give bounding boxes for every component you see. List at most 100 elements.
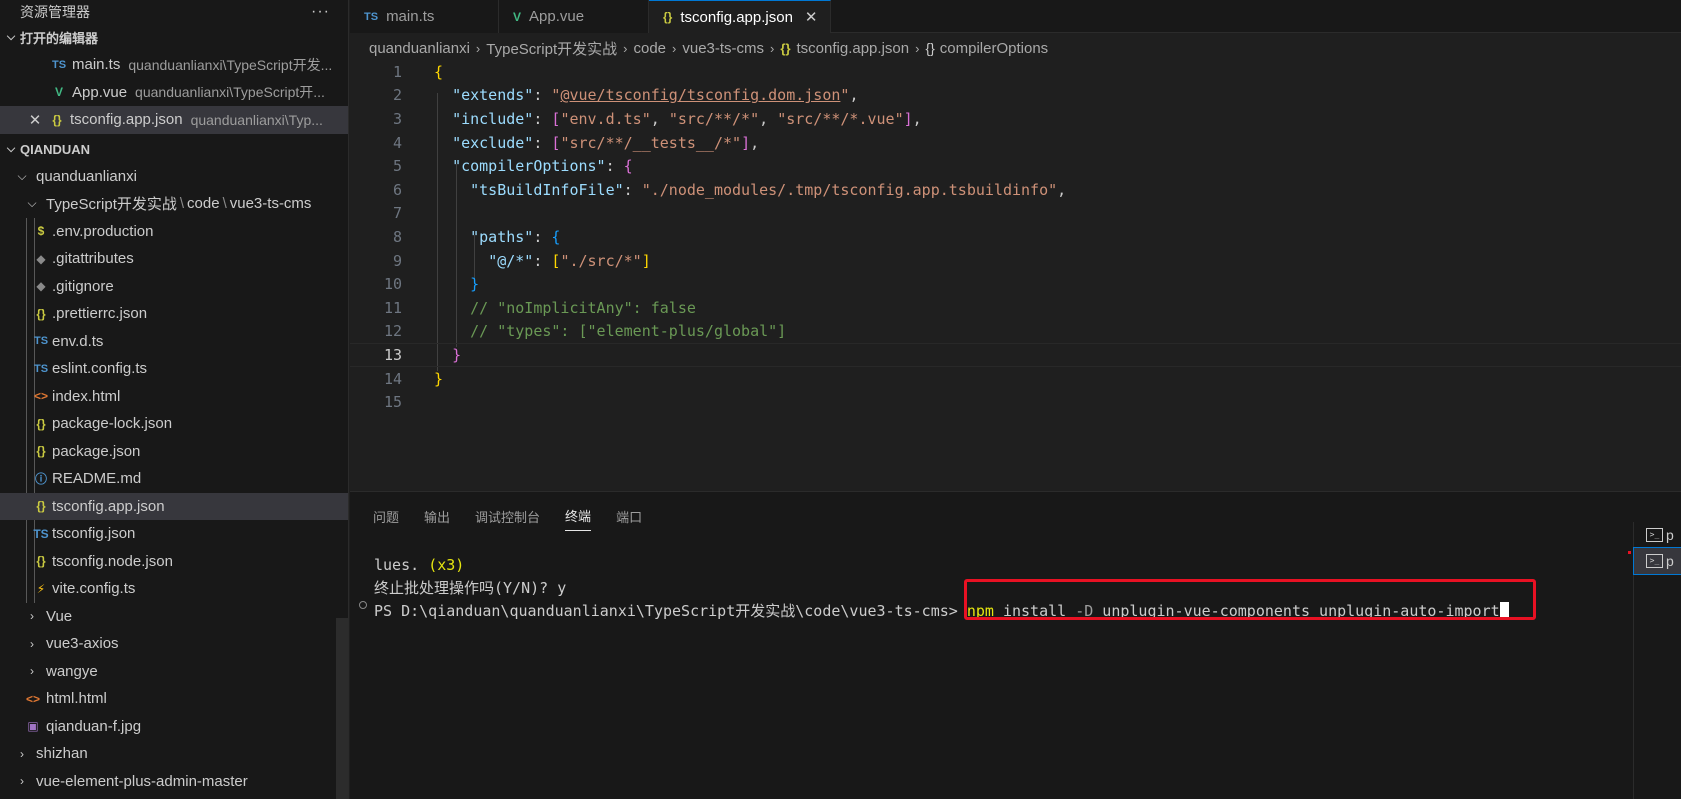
tab-app-vue[interactable]: V App.vue: [499, 0, 649, 33]
folder-shizhan[interactable]: › shizhan: [0, 740, 348, 768]
file-item[interactable]: <> index.html: [0, 383, 348, 411]
folder-quanduanlianxi[interactable]: ⌵ quanduanlianxi: [0, 163, 348, 191]
line-number: 11: [383, 298, 402, 317]
file-item[interactable]: ⓘ README.md: [0, 465, 348, 493]
line-number: 13: [383, 345, 402, 364]
open-editor-item-main-ts[interactable]: TS main.ts quanduanlianxi\TypeScript开发..…: [0, 51, 348, 79]
file-item[interactable]: TS tsconfig.json: [0, 520, 348, 548]
breadcrumb-item[interactable]: tsconfig.app.json: [797, 40, 910, 57]
workspace-label: QIANDUAN: [20, 141, 91, 157]
file-item[interactable]: <> html.html: [0, 685, 348, 713]
file-item[interactable]: {} package-lock.json: [0, 410, 348, 438]
line-number: 9: [392, 251, 402, 270]
explorer-title: 资源管理器: [20, 4, 90, 20]
code-line: 1{: [350, 60, 1681, 84]
terminal-instance-active[interactable]: >_ p: [1633, 547, 1681, 575]
file-name: .gitattributes: [52, 250, 134, 268]
tab-problems[interactable]: 问题: [373, 501, 399, 531]
typescript-file-icon: TS: [364, 10, 379, 23]
breadcrumb-item[interactable]: quanduanlianxi: [369, 40, 470, 57]
command-decoration-icon[interactable]: [359, 601, 367, 609]
code-text: "include": ["env.d.ts", "src/**/*", "src…: [452, 109, 922, 128]
json-file-icon: {}: [36, 444, 46, 459]
terminal-command: unplugin-vue-components unplugin-auto-im…: [1093, 602, 1500, 620]
tsconfig-file-icon: TS: [33, 526, 49, 541]
tab-label: main.ts: [386, 8, 435, 25]
more-actions-icon[interactable]: ···: [311, 3, 330, 21]
file-name: .gitignore: [52, 277, 114, 295]
json-file-icon: {}: [780, 40, 791, 56]
tab-tsconfig-app-json[interactable]: {} tsconfig.app.json ✕: [649, 0, 831, 33]
line-number: 12: [383, 322, 402, 341]
open-editor-path: quanduanlianxi\Typ...: [190, 111, 323, 128]
image-file-icon: ▣: [27, 719, 39, 734]
status-dot: [1628, 551, 1631, 554]
close-icon[interactable]: ✕: [24, 111, 46, 129]
file-item[interactable]: ◆ .gitattributes: [0, 245, 348, 273]
file-name: qianduan-f.jpg: [46, 717, 142, 735]
code-text: "@/*": ["./src/*"]: [488, 251, 651, 270]
file-name: index.html: [52, 387, 121, 405]
open-editor-name: App.vue: [72, 83, 128, 101]
code-text: // "types": ["element-plus/global"]: [470, 322, 787, 341]
tab-main-ts[interactable]: TS main.ts: [350, 0, 499, 33]
code-editor[interactable]: 1{ 2 "extends": "@vue/tsconfig/tsconfig.…: [350, 60, 1681, 490]
folder-path-part: vue3-ts-cms: [229, 195, 312, 213]
tab-ports[interactable]: 端口: [616, 501, 642, 531]
tab-debug-console[interactable]: 调试控制台: [475, 501, 540, 531]
terminal-instance[interactable]: >_ p: [1634, 522, 1681, 548]
breadcrumb-item[interactable]: vue3-ts-cms: [682, 40, 764, 57]
file-name: vite.config.ts: [52, 580, 136, 598]
line-number: 7: [392, 204, 402, 223]
file-item-selected[interactable]: {} tsconfig.app.json: [0, 492, 348, 520]
open-editors-header[interactable]: ⌵ 打开的编辑器: [0, 24, 348, 51]
breadcrumb-item[interactable]: compilerOptions: [940, 40, 1048, 57]
tab-output[interactable]: 输出: [424, 501, 450, 531]
folder-wangye[interactable]: › wangye: [0, 658, 348, 686]
code-line: 5 "compilerOptions": {: [350, 154, 1681, 178]
sidebar-scrollbar[interactable]: [336, 618, 348, 799]
file-item[interactable]: {} package.json: [0, 438, 348, 466]
file-item[interactable]: $ .env.production: [0, 218, 348, 246]
file-item[interactable]: ⚡ vite.config.ts: [0, 575, 348, 603]
editor-tabs: TS main.ts V App.vue {} tsconfig.app.jso…: [350, 0, 1681, 33]
terminal-output[interactable]: lues. (x3) 终止批处理操作吗(Y/N)? y PS D:\qiandu…: [374, 554, 1509, 623]
terminal-prompt: PS D:\qianduan\quanduanlianxi\TypeScript…: [374, 602, 967, 620]
breadcrumb-item[interactable]: code: [633, 40, 666, 57]
file-item[interactable]: ◆ .gitignore: [0, 273, 348, 301]
code-text: }: [470, 275, 480, 294]
file-item[interactable]: TS eslint.config.ts: [0, 355, 348, 383]
folder-path-part: code: [187, 195, 220, 213]
json-file-icon: {}: [663, 10, 673, 24]
line-number: 5: [392, 157, 402, 176]
folder-vue3-axios[interactable]: › vue3-axios: [0, 630, 348, 658]
open-editor-name: tsconfig.app.json: [70, 111, 183, 129]
file-name: .env.production: [52, 222, 154, 240]
folder-vue[interactable]: › Vue: [0, 603, 348, 631]
terminal-flag: -D: [1075, 602, 1094, 620]
line-number: 15: [383, 393, 402, 412]
file-item[interactable]: TS env.d.ts: [0, 328, 348, 356]
file-tree: $ .env.production ◆ .gitattributes ◆ .gitig…: [0, 217, 348, 603]
terminal-icon: >_: [1646, 554, 1663, 568]
breadcrumb-item[interactable]: TypeScript开发实战: [486, 38, 617, 59]
workspace-header[interactable]: ⌵ QIANDUAN: [0, 136, 348, 163]
tab-terminal[interactable]: 终端: [565, 501, 592, 531]
open-editor-item-app-vue[interactable]: V App.vue quanduanlianxi\TypeScript开...: [0, 79, 348, 107]
file-name: .prettierrc.json: [52, 305, 148, 323]
line-number: 3: [392, 109, 402, 128]
open-editors-label: 打开的编辑器: [20, 31, 99, 46]
open-editor-item-tsconfig-app-json[interactable]: ✕ {} tsconfig.app.json quanduanlianxi\Ty…: [0, 106, 348, 134]
chevron-right-icon: ›: [30, 664, 34, 679]
folder-vue3-ts-cms[interactable]: ⌵ TypeScript开发实战 \ code \ vue3-ts-cms: [0, 190, 348, 218]
folder-vue-element-plus-admin-master[interactable]: › vue-element-plus-admin-master: [0, 768, 348, 796]
close-icon[interactable]: ✕: [805, 8, 818, 26]
terminal-command: install: [993, 602, 1076, 620]
git-file-icon: ◆: [36, 279, 46, 294]
file-item[interactable]: {} tsconfig.node.json: [0, 548, 348, 576]
chevron-right-icon: ›: [672, 40, 677, 56]
code-line: 10 }: [350, 272, 1681, 296]
file-item[interactable]: {} .prettierrc.json: [0, 300, 348, 328]
folder-name: Vue: [46, 607, 73, 625]
file-item[interactable]: ▣ qianduan-f.jpg: [0, 713, 348, 741]
